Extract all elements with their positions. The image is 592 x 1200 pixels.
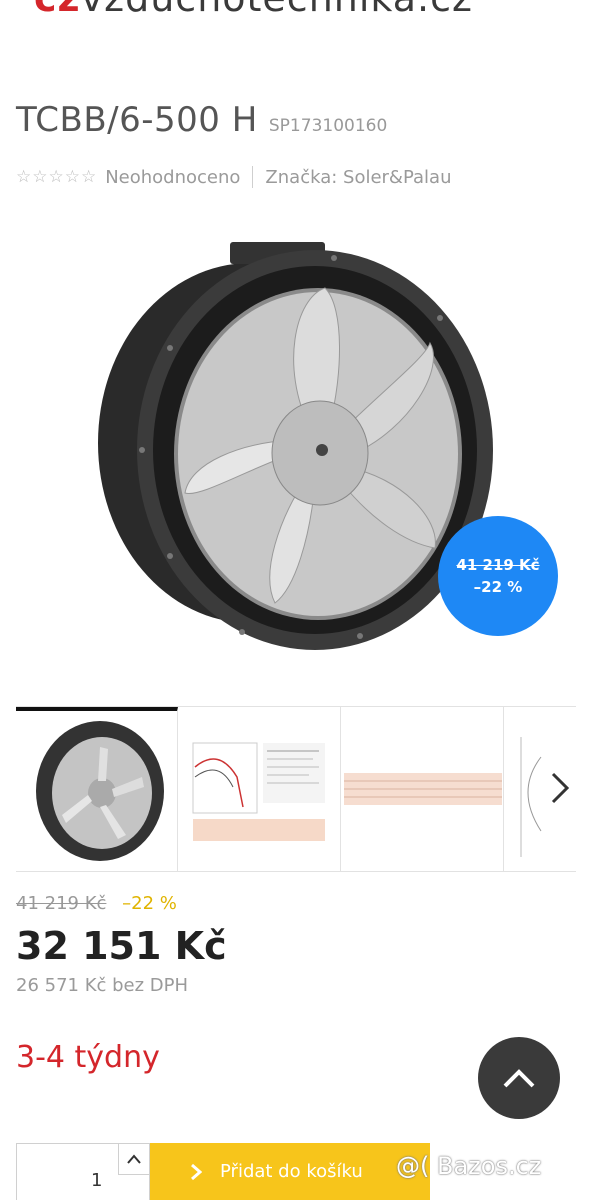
rating-stars-icon[interactable]: ☆☆☆☆☆ (16, 167, 97, 187)
old-price-row: 41 219 Kč –22 % (16, 893, 177, 914)
price: 32 151 Kč (16, 924, 227, 968)
thumbnail-table[interactable] (342, 707, 504, 871)
chart-thumbnail-icon (192, 742, 325, 841)
table-thumbnail-icon (344, 773, 502, 805)
thumbnail-chart[interactable] (179, 707, 341, 871)
watermark: @( Bazos.cz (396, 1152, 542, 1180)
quantity-value[interactable]: 1 (91, 1170, 102, 1191)
rating-text[interactable]: Neohodnoceno (105, 167, 240, 188)
scroll-to-top-button[interactable] (478, 1037, 560, 1119)
price-without-vat: 26 571 Kč bez DPH (16, 975, 189, 996)
chevron-right-icon (191, 1163, 202, 1180)
divider (252, 166, 254, 188)
badge-old-price: 41 219 Kč (456, 556, 540, 574)
quantity-increase-button[interactable] (118, 1144, 149, 1175)
brand-link[interactable]: Značka: Soler&Palau (265, 167, 451, 188)
thumbnail-gallery (16, 706, 576, 872)
quantity-stepper[interactable]: 1 (16, 1143, 150, 1200)
fan-thumbnail-icon (36, 721, 164, 861)
add-to-cart-label: Přidat do košíku (220, 1161, 363, 1182)
page-title: TCBB/6-500 H (16, 100, 258, 140)
site-logo[interactable]: czvzduchotechnika.cz (0, 0, 592, 22)
add-to-cart-button[interactable]: Přidat do košíku (150, 1143, 430, 1200)
discount-percent: –22 % (122, 893, 177, 914)
discount-badge: 41 219 Kč –22 % (438, 516, 558, 636)
old-price: 41 219 Kč (16, 893, 107, 914)
product-title-row: TCBB/6-500 H SP173100160 (16, 100, 387, 140)
chevron-right-icon[interactable] (540, 768, 580, 808)
availability: 3-4 týdny (16, 1040, 160, 1075)
logo-prefix: cz (34, 0, 81, 20)
product-sku: SP173100160 (268, 116, 388, 136)
chevron-up-icon (503, 1069, 535, 1088)
badge-discount: –22 % (473, 578, 523, 596)
chevron-up-icon (127, 1154, 141, 1164)
rating-row: ☆☆☆☆☆ Neohodnoceno Značka: Soler&Palau (16, 166, 451, 188)
logo-text: vzduchotechnika.cz (81, 0, 473, 20)
thumbnail-fan[interactable] (16, 707, 178, 871)
